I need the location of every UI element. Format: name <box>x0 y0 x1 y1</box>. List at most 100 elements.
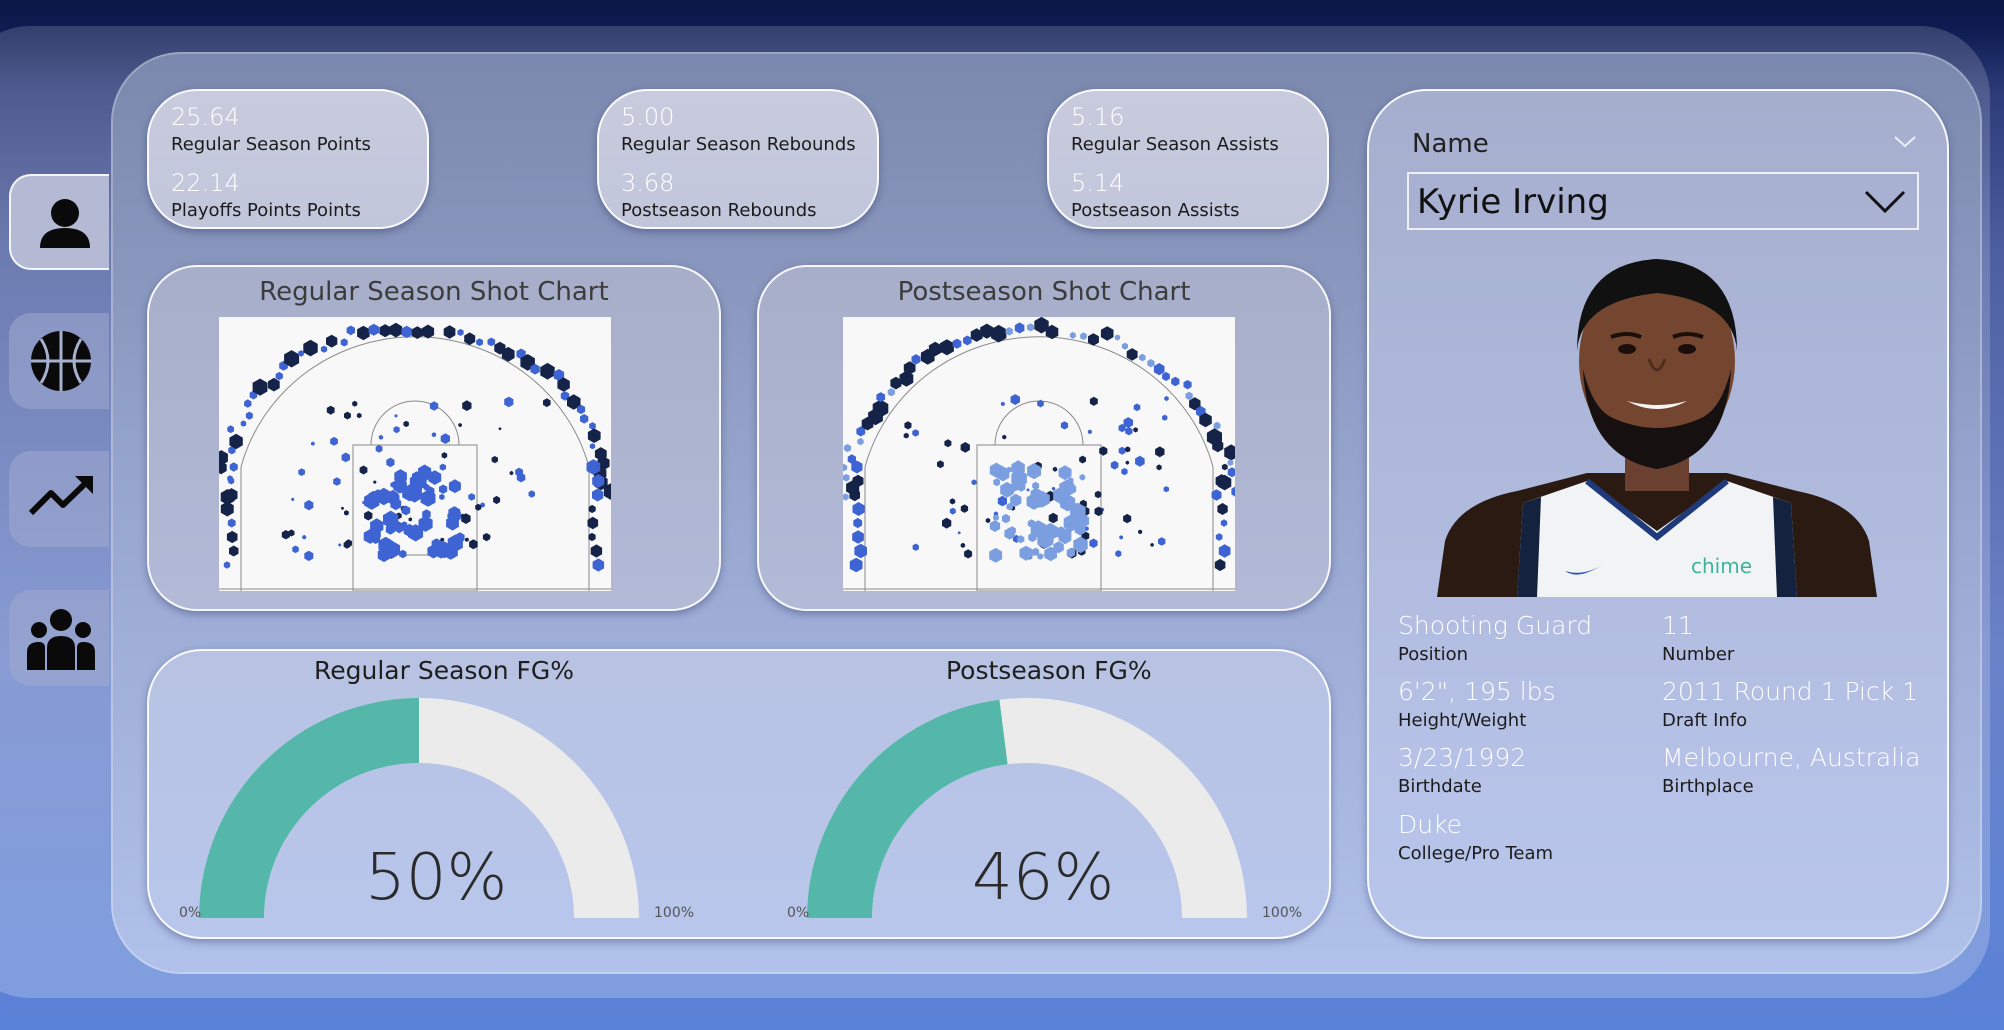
playoff-points-label: Playoffs Points Points <box>171 200 361 221</box>
shot-hex <box>528 490 535 498</box>
shot-hex <box>1125 427 1133 436</box>
shot-hex <box>852 530 864 544</box>
trending-up-icon <box>28 475 94 516</box>
shot-hex <box>588 504 596 514</box>
regular-shot-chart-card: Regular Season Shot Chart <box>147 265 721 611</box>
shot-hex <box>592 558 605 572</box>
shot-hex <box>439 493 445 501</box>
shot-hex <box>587 428 601 443</box>
nav-player-button[interactable] <box>9 174 109 270</box>
regular-fg-min: 0% <box>179 905 202 921</box>
basketball-icon <box>31 331 91 391</box>
shot-hex <box>498 427 502 431</box>
shot-hex <box>240 420 247 427</box>
shot-hex <box>1183 380 1192 390</box>
jersey-sponsor-text: chime <box>1691 554 1752 578</box>
shot-hex <box>326 405 335 415</box>
shot-hex <box>229 545 239 557</box>
post-rebounds-value: 3.68 <box>621 169 675 197</box>
post-assists-value: 5.14 <box>1071 169 1125 197</box>
shot-hex <box>487 337 496 347</box>
shot-hex <box>912 543 919 551</box>
shot-hex <box>1135 455 1145 467</box>
shot-hex <box>275 371 283 381</box>
shot-hex <box>422 324 435 339</box>
shot-hex <box>227 425 234 434</box>
shot-hex <box>458 423 462 428</box>
shot-hex <box>465 537 469 542</box>
shot-hex <box>340 338 348 347</box>
nav-basketball-button[interactable] <box>9 313 109 409</box>
nav-team-button[interactable] <box>9 590 109 686</box>
shot-hex <box>993 514 999 521</box>
shot-hex <box>1114 334 1121 341</box>
regular-shot-chart-title: Regular Season Shot Chart <box>259 277 609 307</box>
shot-hex <box>944 439 952 448</box>
shot-hex <box>1150 542 1154 547</box>
shot-hex <box>378 434 384 440</box>
shot-hex <box>1163 486 1169 493</box>
playoff-points-value: 22.14 <box>171 169 240 197</box>
regular-rebounds-label: Regular Season Rebounds <box>621 134 856 155</box>
shot-hex <box>911 354 921 365</box>
shot-hex <box>1099 446 1108 456</box>
shot-hex <box>857 437 864 446</box>
shot-hex <box>439 484 448 494</box>
player-name-dropdown[interactable]: Kyrie Irving <box>1407 172 1919 230</box>
shot-hex <box>359 465 368 475</box>
shot-hex <box>462 400 472 411</box>
slicer-collapse-chevron-icon[interactable] <box>1893 135 1917 149</box>
post-rebounds-label: Postseason Rebounds <box>621 200 817 221</box>
shot-hex <box>592 488 604 502</box>
shot-hex <box>1052 466 1058 472</box>
college-label: College/Pro Team <box>1398 843 1554 864</box>
shot-hex <box>468 493 475 501</box>
shot-hex <box>393 426 400 434</box>
regular-points-value: 25.64 <box>171 103 240 131</box>
shot-hex <box>1220 519 1228 527</box>
shot-hex <box>1214 558 1226 572</box>
shot-hex <box>401 325 413 339</box>
shot-hex <box>357 325 370 341</box>
shot-hex <box>441 452 448 459</box>
nav-trends-button[interactable] <box>9 451 109 547</box>
shot-hex <box>1100 326 1114 341</box>
post-fg-max: 100% <box>1262 905 1303 921</box>
regular-assists-value: 5.16 <box>1071 103 1125 131</box>
shot-hex <box>298 468 305 476</box>
shot-hex <box>1010 394 1020 405</box>
shot-hex <box>957 531 961 535</box>
shot-hex <box>491 456 498 464</box>
shot-hex <box>1133 427 1138 433</box>
shot-hex <box>226 530 238 544</box>
shot-hex <box>375 444 383 453</box>
shot-hex <box>364 510 373 521</box>
shot-hex <box>341 452 350 463</box>
shot-hex <box>876 392 886 403</box>
shot-hex <box>344 411 351 420</box>
shot-hex <box>937 460 944 469</box>
shot-hex <box>1158 537 1166 546</box>
shot-hex <box>1069 331 1076 339</box>
shot-hex <box>220 501 234 517</box>
number-value: 11 <box>1662 611 1694 640</box>
shot-hex <box>352 400 358 407</box>
shot-hex <box>304 500 314 511</box>
shot-hex <box>840 463 848 472</box>
shot-hex <box>493 495 501 505</box>
shot-hex <box>852 502 865 516</box>
shot-hex <box>1119 535 1123 540</box>
shot-hex <box>1125 460 1130 465</box>
shot-hex <box>1213 421 1221 430</box>
shot-hex <box>338 543 342 547</box>
shot-hex <box>1079 455 1086 464</box>
shot-hex <box>214 450 228 466</box>
shot-hex <box>356 412 362 419</box>
shot-hex <box>1005 327 1013 336</box>
shot-hex <box>504 396 514 408</box>
shot-hex <box>960 442 970 453</box>
shot-hex <box>1121 342 1128 350</box>
shot-hex <box>960 504 969 513</box>
shot-hex <box>842 493 849 501</box>
shot-hex <box>939 339 954 356</box>
